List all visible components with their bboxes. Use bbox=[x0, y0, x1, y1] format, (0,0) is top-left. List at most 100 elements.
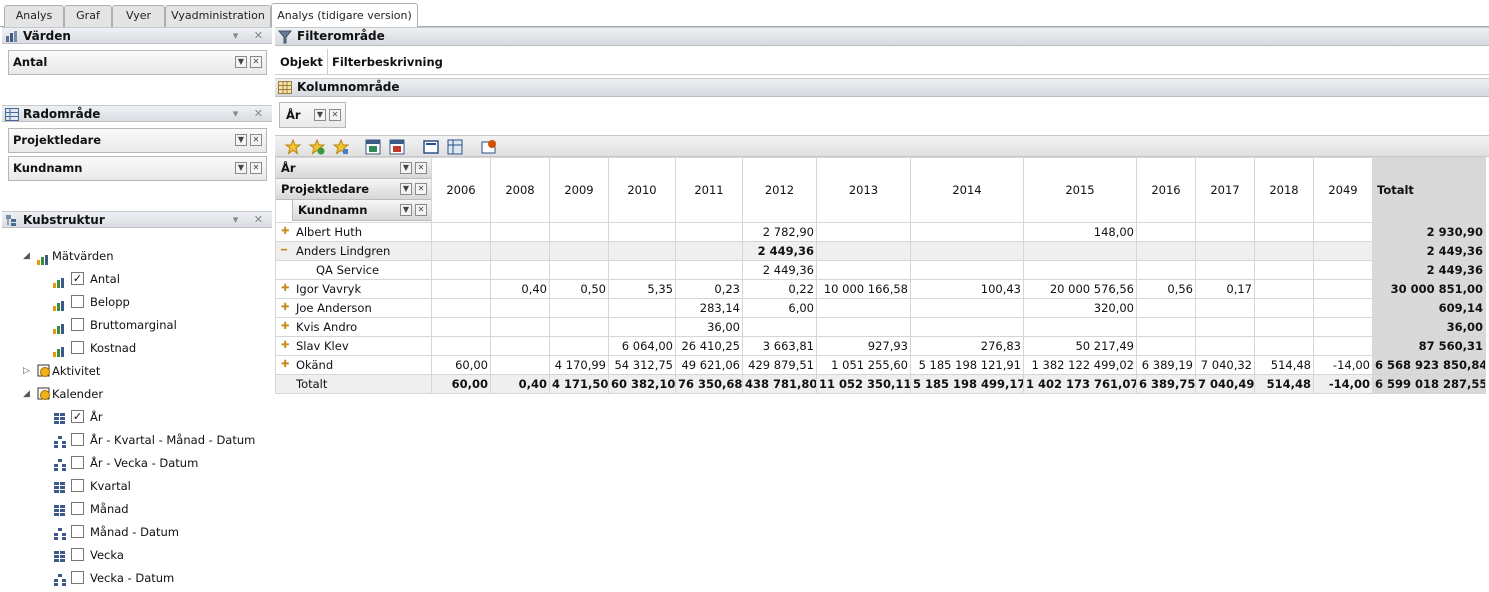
checkbox[interactable] bbox=[71, 318, 84, 331]
checkbox[interactable] bbox=[71, 502, 84, 515]
star-icon[interactable] bbox=[284, 138, 302, 155]
tab-vyadministration[interactable]: Vyadministration bbox=[165, 5, 271, 27]
filter-icon[interactable]: ▼ bbox=[314, 109, 326, 121]
export-excel-icon[interactable] bbox=[365, 139, 381, 155]
filter-icon[interactable]: ▼ bbox=[400, 204, 412, 216]
star-add-icon[interactable] bbox=[308, 138, 326, 155]
checkbox[interactable] bbox=[71, 295, 84, 308]
expand-icon[interactable]: ✚ bbox=[281, 302, 289, 313]
year-header[interactable]: 2006 bbox=[431, 157, 491, 223]
checkbox[interactable] bbox=[71, 571, 84, 584]
remove-icon[interactable]: ✕ bbox=[415, 183, 427, 195]
expand-icon[interactable]: ✚ bbox=[281, 226, 289, 237]
year-header[interactable]: 2049 bbox=[1313, 157, 1373, 223]
tab-analys[interactable]: Analys bbox=[4, 5, 64, 27]
tree-node-measure[interactable]: Kostnad bbox=[0, 338, 270, 358]
row-header[interactable]: ✚ Albert Huth bbox=[275, 222, 432, 242]
tree-node-kalender[interactable]: ◢ Kalender bbox=[0, 384, 270, 404]
expand-icon[interactable]: ✚ bbox=[281, 321, 289, 332]
checkbox[interactable] bbox=[71, 479, 84, 492]
collapse-icon[interactable]: ━ bbox=[281, 245, 287, 256]
checkbox[interactable] bbox=[71, 433, 84, 446]
checkbox[interactable] bbox=[71, 456, 84, 469]
remove-icon[interactable]: ✕ bbox=[250, 56, 262, 68]
row-header[interactable]: ✚ Joe Anderson bbox=[275, 298, 432, 318]
year-header[interactable]: 2012 bbox=[742, 157, 817, 223]
row-header[interactable]: ✚ Slav Klev bbox=[275, 336, 432, 356]
tree-node-measure[interactable]: Belopp bbox=[0, 292, 270, 312]
values-field-antal[interactable]: Antal ▼ ✕ bbox=[8, 50, 267, 75]
corner-field-kundnamn[interactable]: Kundnamn ▼ ✕ bbox=[292, 200, 431, 221]
tab-analys-tidigare[interactable]: Analys (tidigare version) bbox=[271, 3, 418, 28]
remove-icon[interactable]: ✕ bbox=[329, 109, 341, 121]
row-header[interactable]: ✚ Okänd bbox=[275, 355, 432, 375]
remove-icon[interactable]: ✕ bbox=[415, 162, 427, 174]
value-cell bbox=[1254, 241, 1314, 261]
corner-field-projektledare[interactable]: Projektledare ▼ ✕ bbox=[276, 179, 431, 200]
expand-icon[interactable]: ✚ bbox=[281, 340, 289, 351]
column-field-label: År bbox=[286, 108, 301, 122]
row-header[interactable]: ✚ Kvis Andro bbox=[275, 317, 432, 337]
year-header[interactable]: 2010 bbox=[608, 157, 676, 223]
checkbox[interactable]: ✓ bbox=[71, 272, 84, 285]
tree-node-calendar[interactable]: År - Kvartal - Månad - Datum bbox=[0, 430, 270, 450]
tree-node-calendar[interactable]: ✓ År bbox=[0, 407, 270, 427]
tree-node-calendar[interactable]: Vecka bbox=[0, 545, 270, 565]
corner-field-ar[interactable]: År ▼ ✕ bbox=[276, 158, 431, 179]
year-header[interactable]: 2011 bbox=[675, 157, 743, 223]
tree-node-measure[interactable]: Bruttomarginal bbox=[0, 315, 270, 335]
star-edit-icon[interactable] bbox=[332, 138, 350, 155]
row-header[interactable]: ━ Anders Lindgren bbox=[275, 241, 432, 261]
settings-icon[interactable] bbox=[481, 139, 497, 155]
year-header[interactable]: 2015 bbox=[1023, 157, 1137, 223]
table-row: ✚ Kvis Andro 36,00 36,00 bbox=[275, 317, 1486, 337]
collapse-icon[interactable]: ◢ bbox=[23, 246, 30, 266]
year-header[interactable]: 2014 bbox=[910, 157, 1024, 223]
year-header[interactable]: 2009 bbox=[549, 157, 609, 223]
export-pdf-icon[interactable] bbox=[389, 139, 405, 155]
checkbox[interactable] bbox=[71, 341, 84, 354]
tree-node-calendar[interactable]: Vecka - Datum bbox=[0, 568, 270, 588]
row-header[interactable]: ✚ Igor Vavryk bbox=[275, 279, 432, 299]
expand-icon[interactable]: ✚ bbox=[281, 283, 289, 294]
filter-icon[interactable]: ▼ bbox=[235, 56, 247, 68]
tree-node-aktivitet[interactable]: ▷ Aktivitet bbox=[0, 361, 270, 381]
remove-icon[interactable]: ✕ bbox=[250, 162, 262, 174]
expand-icon[interactable]: ▷ bbox=[23, 361, 30, 381]
checkbox[interactable] bbox=[71, 548, 84, 561]
checkbox[interactable]: ✓ bbox=[71, 410, 84, 423]
year-header[interactable]: 2016 bbox=[1136, 157, 1196, 223]
panel-controls[interactable]: ▾ ✕ bbox=[233, 106, 269, 122]
layout-icon[interactable] bbox=[423, 139, 439, 155]
filter-icon[interactable]: ▼ bbox=[235, 162, 247, 174]
remove-icon[interactable]: ✕ bbox=[415, 204, 427, 216]
year-header[interactable]: 2013 bbox=[816, 157, 911, 223]
grid-view-icon[interactable] bbox=[447, 139, 463, 155]
tab-graf[interactable]: Graf bbox=[64, 5, 112, 27]
expand-icon[interactable]: ✚ bbox=[281, 359, 289, 370]
filter-icon[interactable]: ▼ bbox=[400, 162, 412, 174]
collapse-icon[interactable]: ◢ bbox=[23, 384, 30, 404]
panel-controls[interactable]: ▾ ✕ bbox=[233, 212, 269, 228]
tree-node-measure[interactable]: ✓ Antal bbox=[0, 269, 270, 289]
year-header[interactable]: 2017 bbox=[1195, 157, 1255, 223]
row-header[interactable]: QA Service bbox=[275, 260, 432, 280]
filter-icon[interactable]: ▼ bbox=[400, 183, 412, 195]
tree-node-matvarden[interactable]: ◢ Mätvärden bbox=[0, 246, 270, 266]
year-header[interactable]: 2008 bbox=[490, 157, 550, 223]
tree-node-calendar[interactable]: Kvartal bbox=[0, 476, 270, 496]
value-cell bbox=[431, 222, 491, 242]
value-cell: 2 449,36 bbox=[742, 241, 817, 261]
remove-icon[interactable]: ✕ bbox=[250, 134, 262, 146]
row-field-kundnamn[interactable]: Kundnamn ▼ ✕ bbox=[8, 156, 267, 181]
panel-controls[interactable]: ▾ ✕ bbox=[233, 28, 269, 44]
column-field-ar[interactable]: År ▼ ✕ bbox=[279, 102, 346, 128]
tree-node-calendar[interactable]: Månad bbox=[0, 499, 270, 519]
year-header[interactable]: 2018 bbox=[1254, 157, 1314, 223]
tree-node-calendar[interactable]: År - Vecka - Datum bbox=[0, 453, 270, 473]
filter-icon[interactable]: ▼ bbox=[235, 134, 247, 146]
tab-vyer[interactable]: Vyer bbox=[112, 5, 165, 27]
checkbox[interactable] bbox=[71, 525, 84, 538]
row-field-projektledare[interactable]: Projektledare ▼ ✕ bbox=[8, 128, 267, 153]
tree-node-calendar[interactable]: Månad - Datum bbox=[0, 522, 270, 542]
